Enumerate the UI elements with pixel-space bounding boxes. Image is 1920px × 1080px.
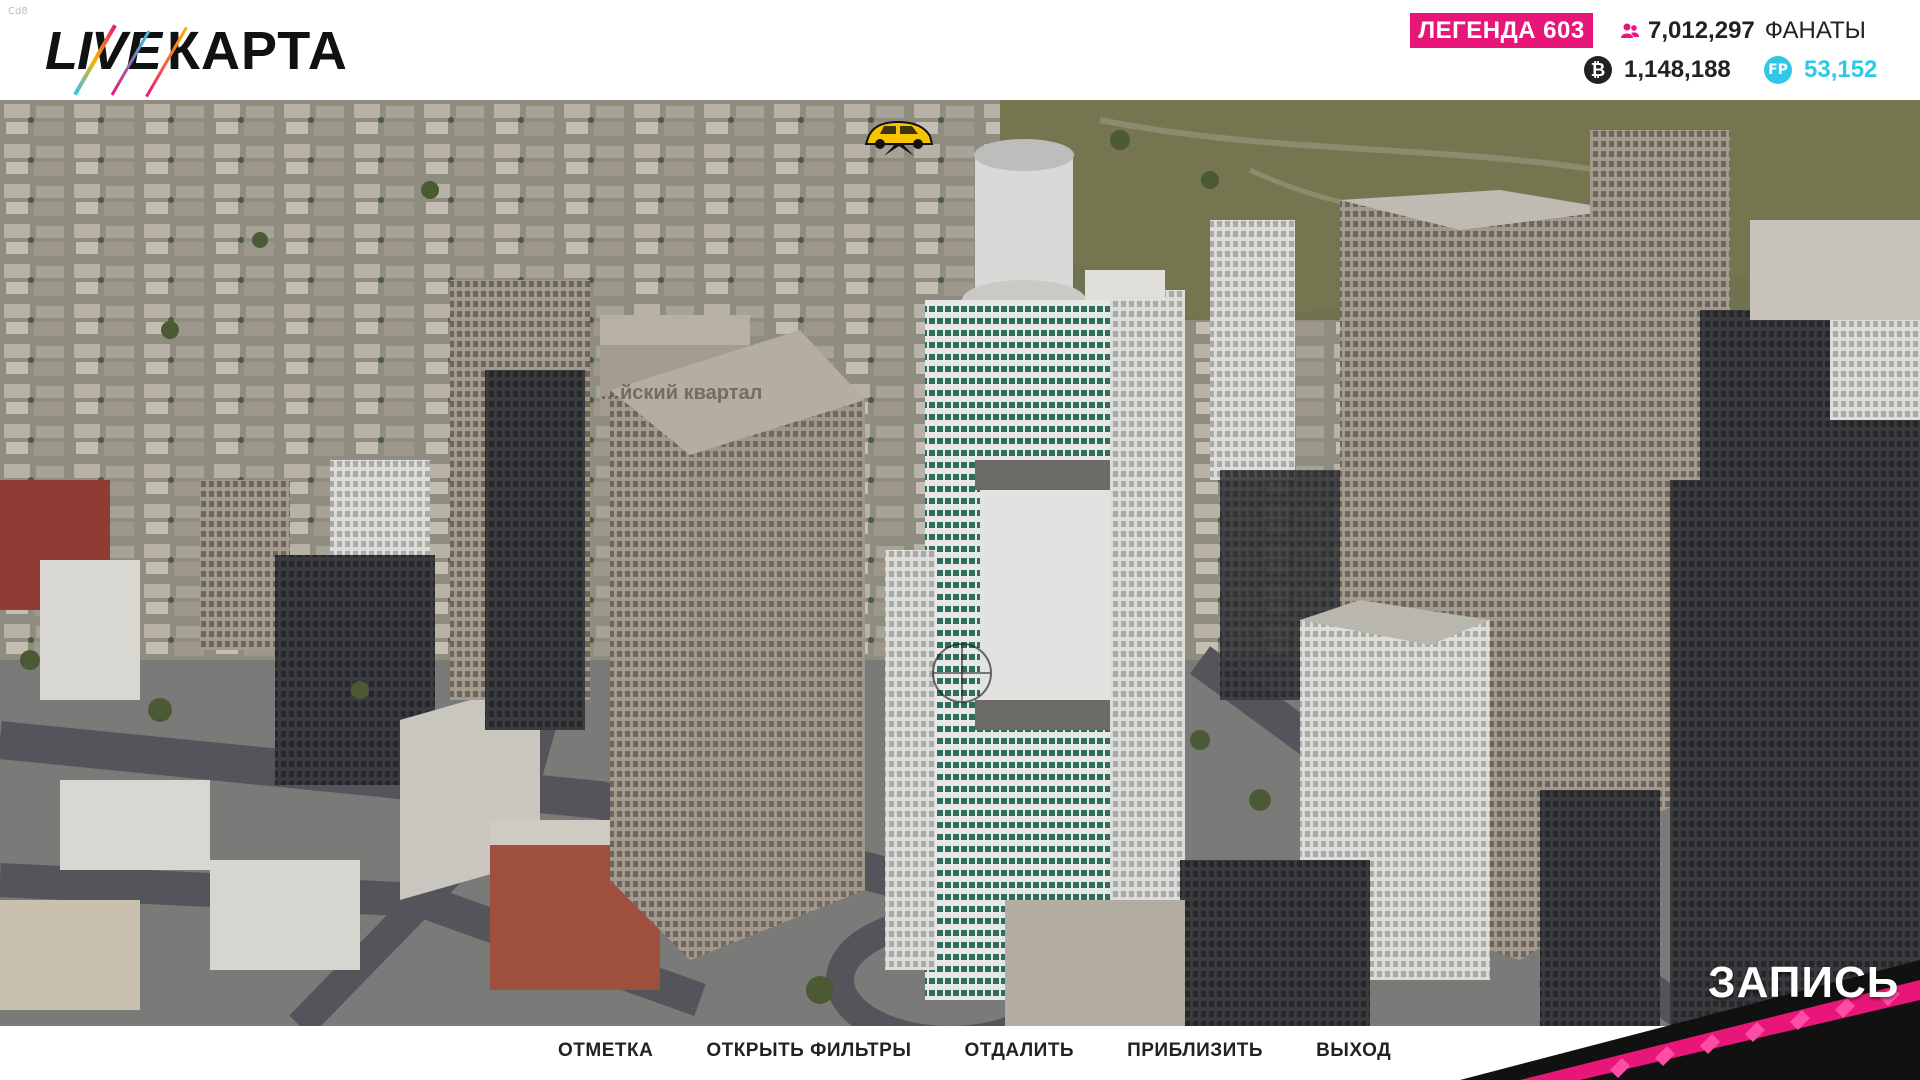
forza-points-value: 53,152 bbox=[1804, 56, 1878, 83]
mark-button[interactable]: ОТМЕТКА bbox=[558, 1040, 653, 1062]
forza-points-icon: FP bbox=[1764, 56, 1792, 84]
forza-points-counter: FP 53,152 bbox=[1764, 53, 1877, 87]
credits-counter: ₿ 1,148,188 bbox=[1584, 53, 1731, 87]
logo-live-text: LIVE bbox=[45, 21, 162, 81]
zoom-in-button[interactable]: ПРИБЛИЗИТЬ bbox=[1127, 1040, 1263, 1062]
fans-value: 7,012,297 bbox=[1648, 16, 1755, 44]
credits-coin-icon: ₿ bbox=[1584, 56, 1612, 84]
people-icon bbox=[1621, 23, 1639, 38]
map-cursor-icon bbox=[932, 643, 992, 703]
legend-level-badge: ЛЕГЕНДА 603 bbox=[1410, 13, 1593, 48]
district-label: …йский квартал bbox=[600, 382, 763, 404]
fans-counter: 7,012,297 ФАНАТЫ bbox=[1620, 13, 1866, 48]
open-filters-button[interactable]: ОТКРЫТЬ ФИЛЬТРЫ bbox=[706, 1040, 911, 1062]
car-marker-icon[interactable] bbox=[862, 116, 936, 160]
top-bar: Cd8 LIVE КАРТА ЛЕГЕНДА 603 7,012,297 ФАН… bbox=[0, 0, 1920, 100]
city-aerial-view bbox=[0, 100, 1920, 1026]
zoom-out-button[interactable]: ОТДАЛИТЬ bbox=[964, 1040, 1074, 1062]
credits-value: 1,148,188 bbox=[1624, 56, 1731, 83]
map-viewport[interactable]: …йский квартал bbox=[0, 100, 1920, 1026]
fans-label: ФАНАТЫ bbox=[1764, 16, 1866, 44]
exit-button[interactable]: ВЫХОД bbox=[1316, 1040, 1391, 1062]
map-actions-menu: ОТМЕТКА ОТКРЫТЬ ФИЛЬТРЫ ОТДАЛИТЬ ПРИБЛИЗ… bbox=[558, 1026, 1444, 1076]
logo-map-text: КАРТА bbox=[167, 21, 348, 81]
live-map-logo: LIVE КАРТА bbox=[45, 16, 348, 98]
record-label: ЗАПИСЬ bbox=[1708, 958, 1900, 1007]
build-tag: Cd8 bbox=[8, 6, 28, 17]
